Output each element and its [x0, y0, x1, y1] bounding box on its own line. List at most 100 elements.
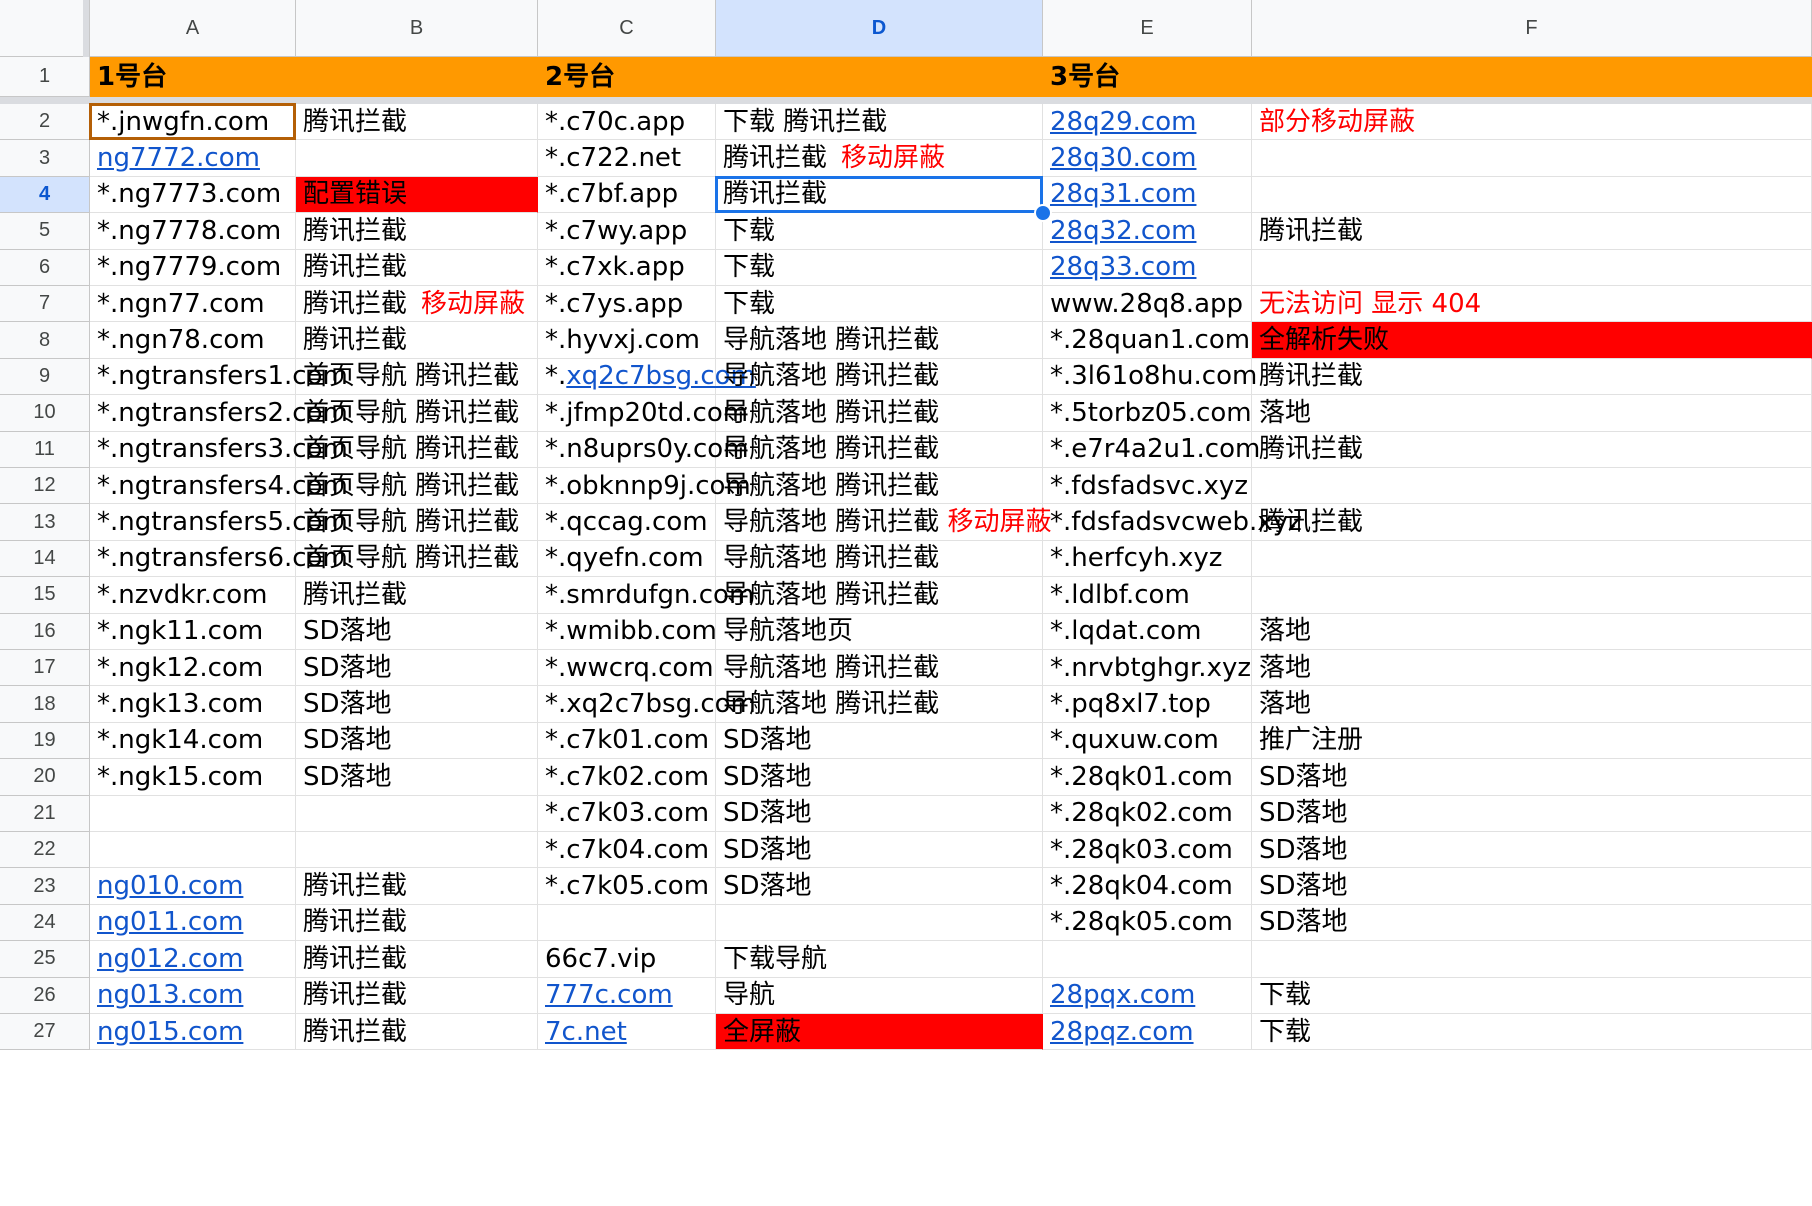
cell-d15[interactable]: 导航落地 腾讯拦截	[716, 577, 1043, 614]
hyperlink[interactable]: ng010.com	[97, 873, 243, 899]
cell-c27[interactable]: 7c.net	[538, 1014, 716, 1051]
cell-c19[interactable]: *.c7k01.com	[538, 722, 716, 760]
cell-e17[interactable]: *.nrvbtghgr.xyz	[1043, 650, 1252, 687]
cell-b24[interactable]: 腾讯拦截	[296, 904, 538, 942]
cell-b14[interactable]: 首页导航 腾讯拦截	[296, 540, 538, 578]
cell-a21[interactable]	[90, 795, 296, 832]
cell-f20[interactable]: SD落地	[1252, 759, 1812, 796]
header-cell-f[interactable]	[1252, 57, 1812, 97]
hyperlink[interactable]: ng015.com	[97, 1019, 243, 1045]
cell-a11[interactable]: *.ngtransfers3.com	[90, 431, 348, 468]
cell-c10[interactable]: *.jfmp20td.com	[538, 395, 748, 432]
cell-c2[interactable]: *.c70c.app	[538, 104, 716, 141]
cell-a26[interactable]: ng013.com	[90, 977, 296, 1014]
column-header-c[interactable]: C	[538, 0, 716, 57]
cell-c26[interactable]: 777c.com	[538, 977, 716, 1014]
row-header-21[interactable]: 21	[0, 795, 90, 832]
cell-a23[interactable]: ng010.com	[90, 868, 296, 905]
cell-c17[interactable]: *.wwcrq.com	[538, 650, 716, 687]
cell-e13[interactable]: *.fdsfadsvcweb.xyz	[1043, 504, 1302, 541]
cell-b12[interactable]: 首页导航 腾讯拦截	[296, 468, 538, 505]
row-header-6[interactable]: 6	[0, 249, 90, 286]
cell-e16[interactable]: *.lqdat.com	[1043, 613, 1252, 650]
hyperlink[interactable]: ng011.com	[97, 909, 243, 935]
cell-c20[interactable]: *.c7k02.com	[538, 759, 716, 796]
cell-c15[interactable]: *.smrdufgn.com	[538, 577, 754, 614]
cell-c24[interactable]	[538, 904, 716, 942]
cell-a16[interactable]: *.ngk11.com	[90, 613, 296, 650]
cell-b2[interactable]: 腾讯拦截	[296, 104, 538, 141]
cell-d25[interactable]: 下载导航	[716, 941, 1043, 978]
cell-c16[interactable]: *.wmibb.com	[538, 613, 717, 650]
row-header-16[interactable]: 16	[0, 613, 90, 650]
cell-f11[interactable]: 腾讯拦截	[1252, 431, 1812, 468]
cell-e10[interactable]: *.5torbz05.com	[1043, 395, 1252, 432]
row-header-27[interactable]: 27	[0, 1014, 90, 1051]
column-header-a[interactable]: A	[90, 0, 296, 57]
cell-a3[interactable]: ng7772.com	[90, 140, 296, 177]
cell-c7[interactable]: *.c7ys.app	[538, 286, 716, 323]
cell-f7[interactable]: 无法访问 显示 404	[1252, 286, 1812, 323]
cell-e3[interactable]: 28q30.com	[1043, 140, 1252, 177]
cell-e24[interactable]: *.28qk05.com	[1043, 904, 1252, 942]
cell-a6[interactable]: *.ng7779.com	[90, 249, 296, 286]
row-header-5[interactable]: 5	[0, 213, 90, 250]
cell-a20[interactable]: *.ngk15.com	[90, 759, 296, 796]
cell-b15[interactable]: 腾讯拦截	[296, 577, 538, 614]
cell-e15[interactable]: *.ldlbf.com	[1043, 577, 1252, 614]
cell-b10[interactable]: 首页导航 腾讯拦截	[296, 395, 538, 432]
cell-d12[interactable]: 导航落地 腾讯拦截	[716, 468, 1043, 505]
cell-a8[interactable]: *.ngn78.com	[90, 322, 296, 359]
cell-c3[interactable]: *.c722.net	[538, 140, 716, 177]
cell-d11[interactable]: 导航落地 腾讯拦截	[716, 431, 1043, 468]
row-header-20[interactable]: 20	[0, 759, 90, 796]
cell-b19[interactable]: SD落地	[296, 722, 538, 760]
cell-c23[interactable]: *.c7k05.com	[538, 868, 716, 905]
cell-a18[interactable]: *.ngk13.com	[90, 686, 296, 723]
row-header-8[interactable]: 8	[0, 322, 90, 359]
cell-a14[interactable]: *.ngtransfers6.com	[90, 540, 348, 578]
cell-a25[interactable]: ng012.com	[90, 941, 296, 978]
cell-c22[interactable]: *.c7k04.com	[538, 832, 716, 869]
cell-e5[interactable]: 28q32.com	[1043, 213, 1252, 250]
row-header-19[interactable]: 19	[0, 722, 90, 760]
cell-d16[interactable]: 导航落地页	[716, 613, 1043, 650]
row-header-7[interactable]: 7	[0, 286, 90, 323]
cell-c6[interactable]: *.c7xk.app	[538, 249, 716, 286]
cell-e12[interactable]: *.fdsfadsvc.xyz	[1043, 468, 1252, 505]
cell-f5[interactable]: 腾讯拦截	[1252, 213, 1812, 250]
column-header-d[interactable]: D	[716, 0, 1043, 57]
cell-c5[interactable]: *.c7wy.app	[538, 213, 716, 250]
cell-d26[interactable]: 导航	[716, 977, 1043, 1014]
cell-c11[interactable]: *.n8uprs0y.com	[538, 431, 749, 468]
cell-e21[interactable]: *.28qk02.com	[1043, 795, 1252, 832]
cell-a13[interactable]: *.ngtransfers5.com	[90, 504, 348, 541]
cell-f26[interactable]: 下载	[1252, 977, 1812, 1014]
cell-f13[interactable]: 腾讯拦截	[1252, 504, 1812, 541]
cell-b22[interactable]	[296, 832, 538, 869]
cell-d13[interactable]: 导航落地 腾讯拦截 移动屏蔽	[716, 504, 1052, 541]
cell-e11[interactable]: *.e7r4a2u1.com	[1043, 431, 1260, 468]
header-cell-e[interactable]: 3号台	[1043, 57, 1252, 97]
cell-b7[interactable]: 腾讯拦截 移动屏蔽	[296, 286, 538, 323]
cell-e23[interactable]: *.28qk04.com	[1043, 868, 1252, 905]
cell-f16[interactable]: 落地	[1252, 613, 1812, 650]
cell-d10[interactable]: 导航落地 腾讯拦截	[716, 395, 1043, 432]
cell-d8[interactable]: 导航落地 腾讯拦截	[716, 322, 1043, 359]
hyperlink[interactable]: 7c.net	[545, 1019, 627, 1045]
cell-c14[interactable]: *.qyefn.com	[538, 540, 716, 578]
cell-f14[interactable]	[1252, 540, 1812, 578]
cell-a15[interactable]: *.nzvdkr.com	[90, 577, 296, 614]
cell-f17[interactable]: 落地	[1252, 650, 1812, 687]
cell-a7[interactable]: *.ngn77.com	[90, 286, 296, 323]
cell-f10[interactable]: 落地	[1252, 395, 1812, 432]
header-cell-a[interactable]: 1号台	[90, 57, 296, 97]
cell-b11[interactable]: 首页导航 腾讯拦截	[296, 431, 538, 468]
row-header-13[interactable]: 13	[0, 504, 90, 541]
cell-f9[interactable]: 腾讯拦截	[1252, 358, 1812, 396]
cell-c13[interactable]: *.qccag.com	[538, 504, 716, 541]
cell-a4[interactable]: *.ng7773.com	[90, 176, 296, 214]
row-header-14[interactable]: 14	[0, 540, 90, 578]
cell-b8[interactable]: 腾讯拦截	[296, 322, 538, 359]
cell-d22[interactable]: SD落地	[716, 832, 1043, 869]
